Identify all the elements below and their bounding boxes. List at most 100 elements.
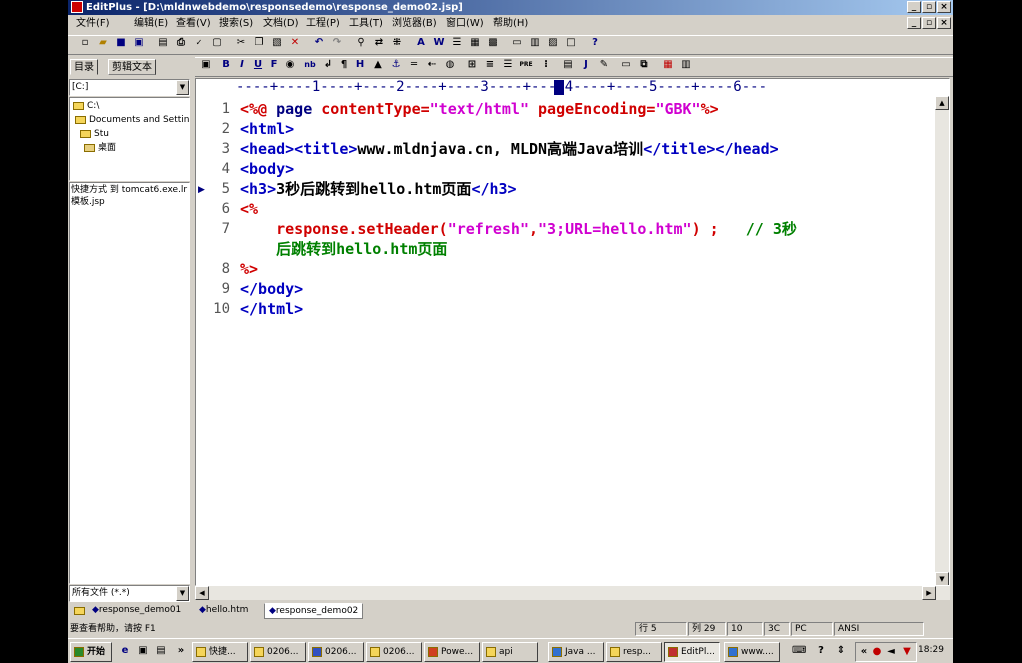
comment-icon[interactable]: ⇠ [425,58,439,72]
save-all-icon[interactable]: ▣ [132,36,146,50]
preview-icon[interactable]: ▣ [199,58,213,72]
cut-icon[interactable]: ✂ [234,36,248,50]
print-icon[interactable]: ⎙ [174,36,188,50]
menu-help[interactable]: 帮助(H) [493,15,528,32]
file-filter-select[interactable]: 所有文件 (*.*) ▼ [69,585,190,602]
scroll-down-icon[interactable]: ▼ [935,572,949,585]
menu-window[interactable]: 窗口(W) [446,15,484,32]
fullscreen-icon[interactable]: □ [564,36,578,50]
redo-icon[interactable]: ↷ [330,36,344,50]
font-tag-icon[interactable]: F [267,58,281,72]
chevron-down-icon[interactable]: ▼ [176,80,189,95]
horizontal-scrollbar[interactable]: ◀ ▶ [195,586,950,600]
doc-tab-hello[interactable]: ◆hello.htm [195,603,252,619]
delete-icon[interactable]: ✕ [288,36,302,50]
task-button[interactable]: api [482,642,538,662]
task-button[interactable]: 0206... [366,642,422,662]
color-icon[interactable]: ◉ [283,58,297,72]
find-in-files-icon[interactable]: ⁜ [390,36,404,50]
menu-browser[interactable]: 浏览器(B) [392,15,437,32]
tray-expand-icon[interactable]: « [857,645,871,659]
more-quicklaunch-icon[interactable]: » [174,644,188,658]
output-window-icon[interactable]: ▨ [546,36,560,50]
editor-pane[interactable]: ----+----1----+----2----+----3----+----4… [195,78,950,586]
task-button[interactable]: Java ... [548,642,604,662]
nbsp-icon[interactable]: nb [303,58,317,72]
task-button-active[interactable]: EditPl... [664,642,720,662]
select-tag-icon[interactable]: ▭ [619,58,633,72]
cliptext-window-icon[interactable]: ▭ [510,36,524,50]
maximize-button[interactable]: ▫ [922,1,936,13]
doc-tab-response-demo01[interactable]: ◆response_demo01 [88,603,185,619]
minimize-button[interactable]: _ [907,1,921,13]
clipboard-icon[interactable]: ▢ [210,36,224,50]
tab-cliptext[interactable]: 剪辑文本 [108,59,156,75]
copy-icon[interactable]: ❐ [252,36,266,50]
help-icon[interactable]: ? [588,36,602,50]
menu-search[interactable]: 搜索(S) [219,15,253,32]
media-quicklaunch-icon[interactable]: ▤ [154,644,168,658]
new-file-icon[interactable]: ▫ [78,36,92,50]
column-select-icon[interactable]: ▩ [486,36,500,50]
keyboard-icon[interactable]: ⌨ [792,644,806,658]
scroll-up-icon[interactable]: ▲ [935,96,949,110]
color-picker-icon[interactable]: ▦ [661,58,675,72]
task-button[interactable]: Powe... [424,642,480,662]
doc-minimize-button[interactable]: _ [907,17,921,29]
drive-select[interactable]: [C:] ▼ [69,79,190,96]
line-number-icon[interactable]: ☰ [450,36,464,50]
file-item[interactable]: 快捷方式 到 tomcat6.exe.lr [71,184,187,196]
security-tray-icon[interactable]: ▼ [900,645,914,659]
code-icon[interactable]: ◍ [443,58,457,72]
tree-item-root[interactable]: C:\ [73,100,99,112]
hr-icon[interactable]: ═ [407,58,421,72]
menu-file[interactable]: 文件(F) [76,15,110,32]
open-folder-icon[interactable]: ▰ [96,36,110,50]
directory-window-icon[interactable]: ▥ [528,36,542,50]
break-icon[interactable]: ↲ [321,58,335,72]
bold-icon[interactable]: B [219,58,233,72]
list-icon[interactable]: ⁝ [539,58,553,72]
ie-quicklaunch-icon[interactable]: e [118,644,132,658]
tree-item-documents[interactable]: Documents and Settings [75,114,189,126]
paragraph-icon[interactable]: ¶ [337,58,351,72]
undo-icon[interactable]: ↶ [312,36,326,50]
task-button[interactable]: www.... [724,642,780,662]
menu-view[interactable]: 查看(V) [176,15,211,32]
style-icon[interactable]: ✎ [597,58,611,72]
tab-directory[interactable]: 目录 [70,59,98,75]
close-button[interactable]: × [937,1,951,13]
scroll-right-icon[interactable]: ▶ [922,586,936,600]
menu-edit[interactable]: 编辑(E) [134,15,168,32]
doc-tab-response-demo02[interactable]: ◆response_demo02 [264,603,364,619]
scroll-left-icon[interactable]: ◀ [195,586,209,600]
form-icon[interactable]: ▤ [561,58,575,72]
char-table-icon[interactable]: ▥ [679,58,693,72]
task-button[interactable]: 0206... [250,642,306,662]
align-icon[interactable]: ☰ [501,58,515,72]
doc-close-button[interactable]: × [937,17,951,29]
find-icon[interactable]: ⚲ [354,36,368,50]
antivirus-tray-icon[interactable]: ● [870,645,884,659]
task-button[interactable]: resp... [606,642,662,662]
javascript-icon[interactable]: J [579,58,593,72]
underline-icon[interactable]: U [251,58,265,72]
table-icon[interactable]: ⊞ [465,58,479,72]
doc-restore-button[interactable]: ▫ [922,17,936,29]
chevron-down-icon[interactable]: ▼ [176,586,189,601]
center-icon[interactable]: ≡ [483,58,497,72]
menu-tools[interactable]: 工具(T) [349,15,383,32]
replace-icon[interactable]: ⇄ [372,36,386,50]
menu-project[interactable]: 工程(P) [306,15,340,32]
italic-icon[interactable]: I [235,58,249,72]
anchor-icon[interactable]: ⚓ [389,58,403,72]
tree-item-stu[interactable]: Stu [80,128,109,140]
image-icon[interactable]: ▲ [371,58,385,72]
desktop-quicklaunch-icon[interactable]: ▣ [136,644,150,658]
paste-icon[interactable]: ▧ [270,36,284,50]
vertical-scrollbar[interactable]: ▲ ▼ [935,96,949,585]
tray-arrow-icon[interactable]: ⇕ [834,644,848,658]
tag-list-icon[interactable]: ⧉ [637,58,651,72]
menu-document[interactable]: 文档(D) [263,15,299,32]
spellcheck-icon[interactable]: ✓ [192,36,206,50]
